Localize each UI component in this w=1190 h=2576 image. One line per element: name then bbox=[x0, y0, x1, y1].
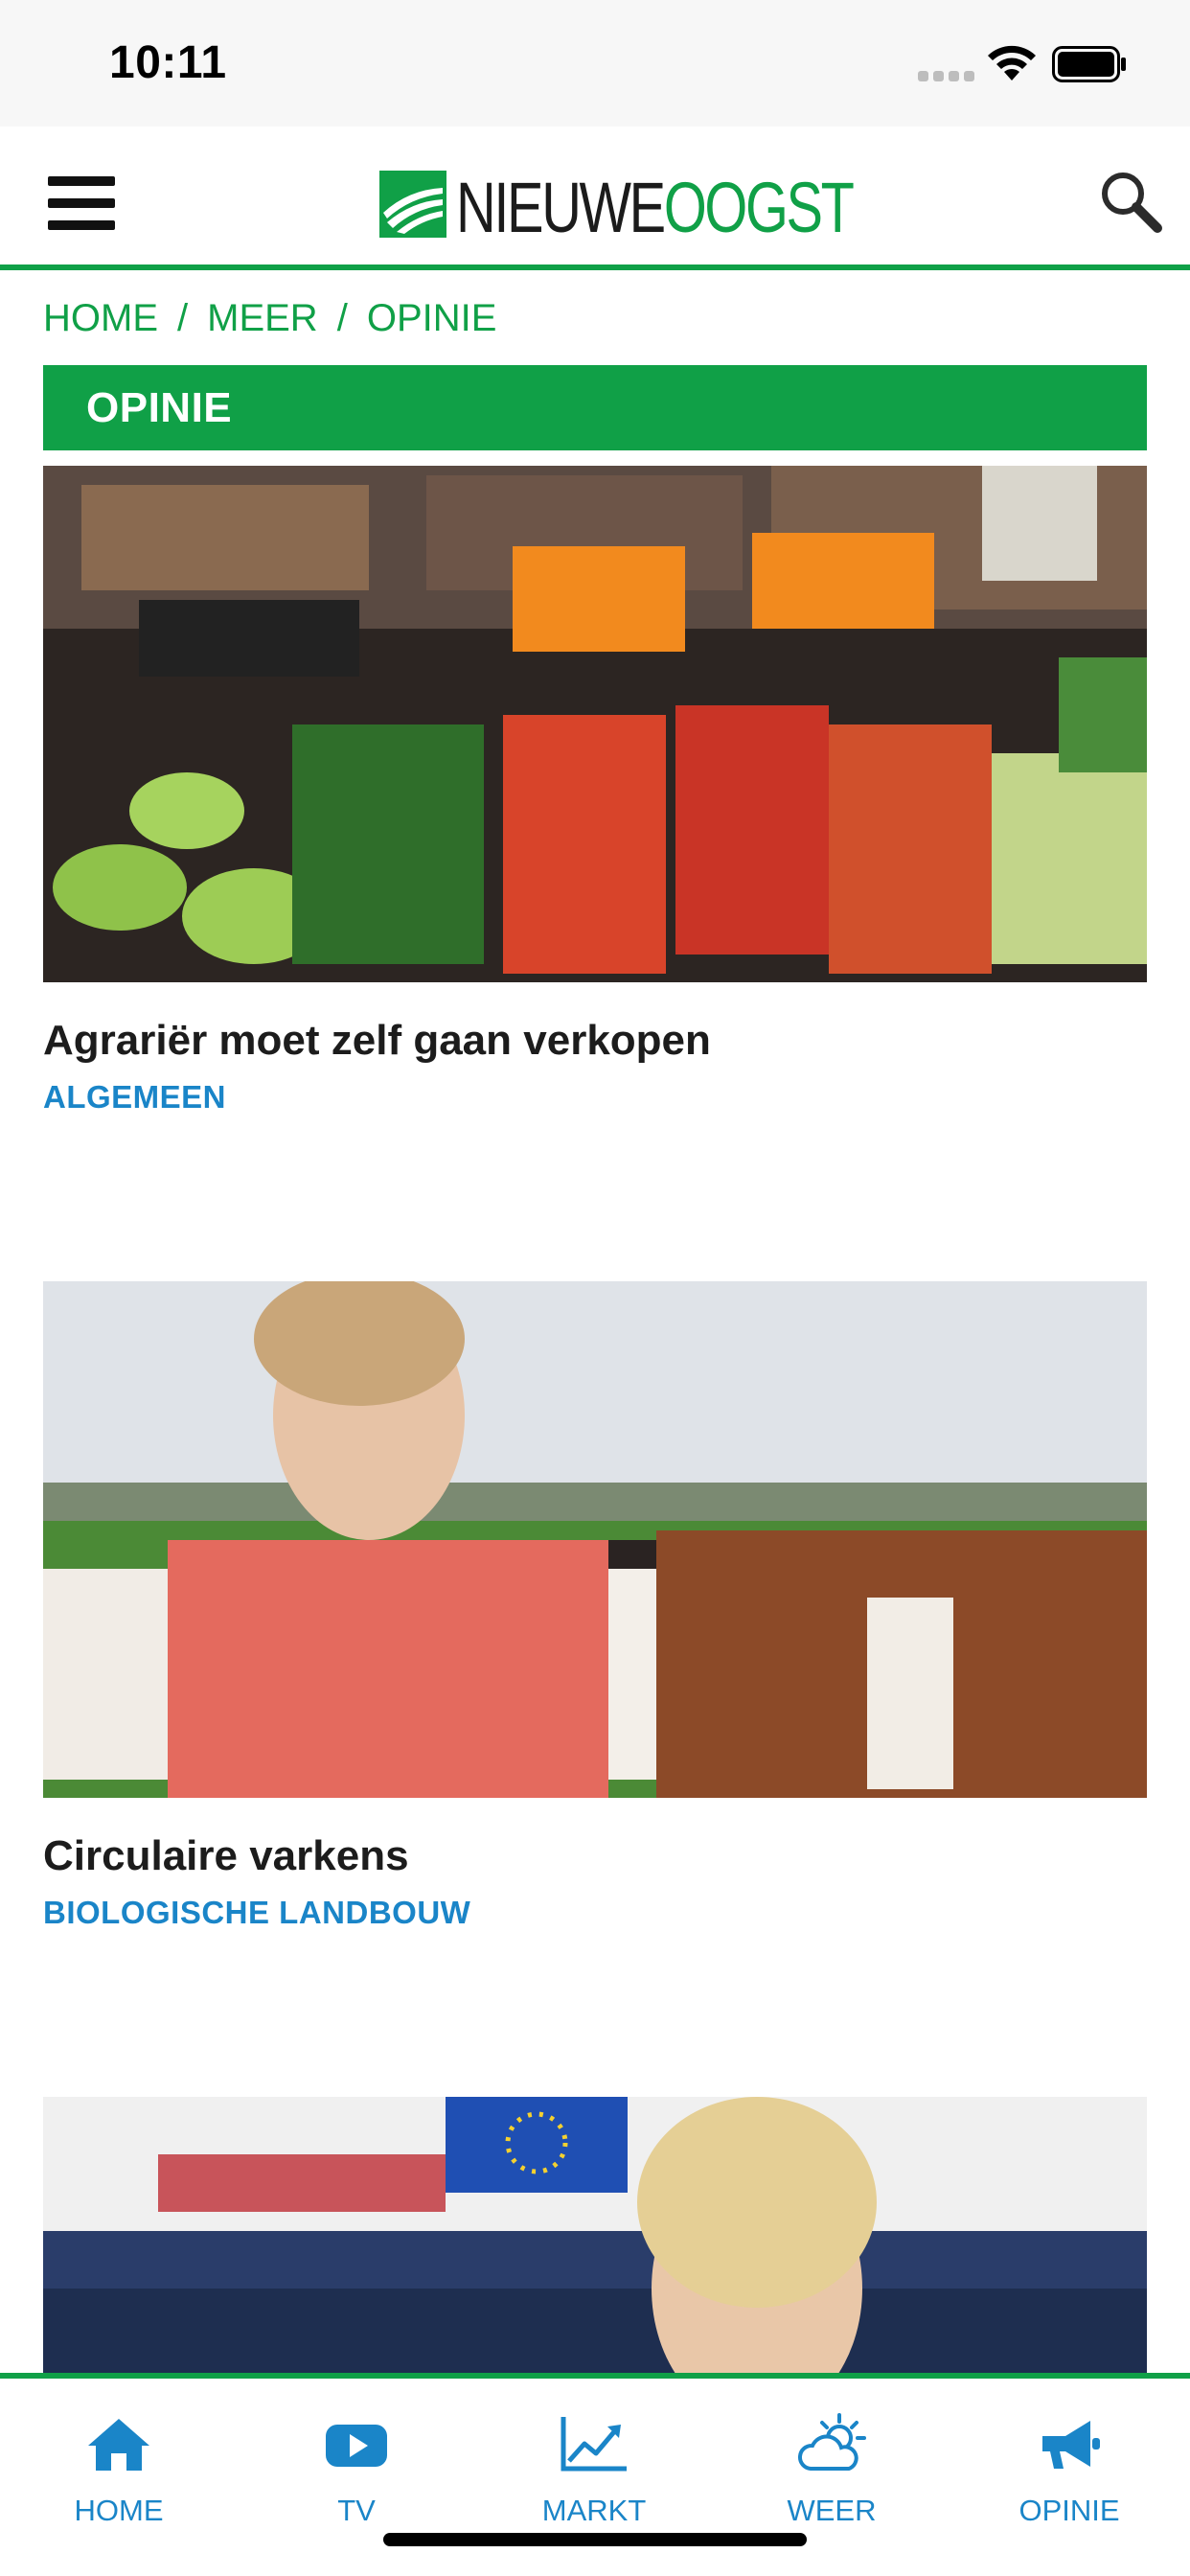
cellular-signal-icon bbox=[918, 71, 974, 82]
nav-label: MARKT bbox=[541, 2494, 647, 2527]
nav-markt[interactable]: MARKT bbox=[475, 2379, 713, 2532]
section-header: OPINIE bbox=[43, 365, 1147, 450]
field-logo-icon bbox=[379, 171, 446, 238]
breadcrumb-opinie[interactable]: OPINIE bbox=[367, 297, 497, 340]
logo-word-oogst: OOGST bbox=[663, 168, 855, 247]
hamburger-menu-icon[interactable] bbox=[48, 176, 115, 230]
nav-weer[interactable]: WEER bbox=[713, 2379, 950, 2532]
breadcrumb-meer[interactable]: MEER bbox=[207, 297, 318, 340]
breadcrumb-separator: / bbox=[336, 297, 348, 339]
breadcrumb-home[interactable]: HOME bbox=[43, 297, 158, 340]
nav-label: TV bbox=[337, 2494, 376, 2527]
article-category[interactable]: BIOLOGISCHE LANDBOUW bbox=[43, 1895, 470, 1931]
logo-word-nieuwe: NIEUWE bbox=[456, 168, 666, 247]
chart-icon bbox=[561, 2417, 627, 2472]
logo-wordmark: NIEUWEOOGST bbox=[456, 167, 855, 248]
home-indicator[interactable] bbox=[383, 2533, 807, 2546]
article-title[interactable]: Circulaire varkens bbox=[43, 1832, 409, 1880]
weather-icon bbox=[798, 2413, 866, 2471]
wifi-icon bbox=[988, 45, 1036, 80]
article-image-supermarket[interactable] bbox=[43, 466, 1147, 982]
nav-tv[interactable]: TV bbox=[238, 2379, 475, 2532]
megaphone-icon bbox=[1042, 2421, 1100, 2469]
search-icon[interactable] bbox=[1098, 169, 1163, 234]
app-header: NIEUWEOOGST bbox=[0, 126, 1190, 270]
home-icon bbox=[88, 2419, 149, 2471]
nav-label: WEER bbox=[787, 2494, 877, 2527]
article-title[interactable]: Agrariër moet zelf gaan verkopen bbox=[43, 1017, 711, 1065]
play-icon bbox=[326, 2425, 387, 2467]
section-title: OPINIE bbox=[86, 384, 233, 431]
nav-label: HOME bbox=[74, 2494, 164, 2527]
article-category[interactable]: ALGEMEEN bbox=[43, 1079, 226, 1116]
nav-home[interactable]: HOME bbox=[0, 2379, 238, 2532]
article-image-cows[interactable] bbox=[43, 1281, 1147, 1798]
woman-european-parliament-image bbox=[43, 2097, 1147, 2373]
status-time: 10:11 bbox=[109, 37, 227, 88]
woman-with-cows-image bbox=[43, 1281, 1147, 1798]
nav-opinie[interactable]: OPINIE bbox=[950, 2379, 1188, 2532]
supermarket-vegetables-image bbox=[43, 466, 1147, 982]
battery-icon bbox=[1052, 46, 1126, 82]
breadcrumb-separator: / bbox=[177, 297, 189, 339]
nav-label: OPINIE bbox=[1018, 2494, 1120, 2527]
breadcrumb: HOME / MEER / OPINIE bbox=[43, 297, 496, 340]
article-image-parliament[interactable] bbox=[43, 2097, 1147, 2373]
status-bar: 10:11 bbox=[0, 0, 1190, 126]
nieuwe-oogst-logo[interactable]: NIEUWEOOGST bbox=[379, 165, 855, 247]
